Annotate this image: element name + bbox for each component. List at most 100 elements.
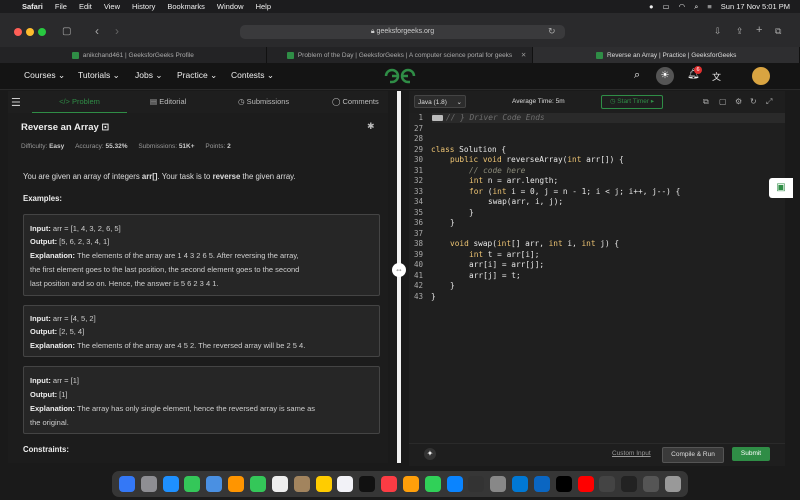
photos-icon[interactable] xyxy=(228,476,245,492)
line-number: 34 xyxy=(413,197,423,206)
bug-report-icon[interactable]: ✱ xyxy=(367,121,375,132)
close-tab-icon[interactable]: ✕ xyxy=(521,51,526,59)
copy-icon[interactable]: ⧉ xyxy=(703,97,709,107)
close-window-button[interactable] xyxy=(14,28,22,36)
github-icon[interactable] xyxy=(468,476,485,492)
timer-icon: ◷ xyxy=(609,98,616,105)
share-icon[interactable]: ⇪ xyxy=(736,26,744,37)
example-2: Input: arr = [4, 5, 2] Output: [2, 5, 4]… xyxy=(23,305,380,357)
start-timer-button[interactable]: ◷ Start Timer ▸ xyxy=(601,95,663,109)
menu-safari[interactable]: Safari xyxy=(22,2,43,11)
search-icon[interactable]: ⌕ xyxy=(634,69,640,82)
x-icon[interactable] xyxy=(555,476,572,492)
tab-profile[interactable]: anikchand461 | GeeksforGeeks Profile xyxy=(0,47,267,63)
nav-practice[interactable]: Practice ⌄ xyxy=(177,70,217,81)
apple-tv-icon[interactable] xyxy=(359,476,376,492)
facetime-icon[interactable] xyxy=(249,476,266,492)
mail-icon[interactable] xyxy=(206,476,223,492)
youtube-icon[interactable] xyxy=(577,476,594,492)
lightbulb-icon[interactable]: ✦ xyxy=(424,448,436,460)
language-select[interactable]: Java (1.8) ⌄ xyxy=(414,95,466,108)
notes-icon[interactable] xyxy=(315,476,332,492)
keynote-icon[interactable] xyxy=(402,476,419,492)
gfg-favicon-icon xyxy=(595,51,603,59)
reminders-icon[interactable] xyxy=(337,476,354,492)
fold-marker-icon[interactable] xyxy=(432,115,443,121)
code-line-43: } xyxy=(431,292,436,301)
menu-edit[interactable]: Edit xyxy=(79,2,92,11)
code-line-42: } xyxy=(450,281,455,290)
forward-icon[interactable]: › xyxy=(115,24,119,38)
nav-contests[interactable]: Contests ⌄ xyxy=(231,70,274,81)
translate-icon[interactable]: 文 xyxy=(712,70,721,83)
file-icon[interactable]: ▢ xyxy=(719,97,727,106)
submit-button[interactable]: Submit xyxy=(732,447,770,461)
macos-menu-bar: Safari File Edit View History Bookmarks … xyxy=(0,0,800,13)
chatgpt-icon[interactable] xyxy=(490,476,507,492)
problem-description: You are given an array of integers arr[]… xyxy=(23,172,296,181)
linkedin-icon[interactable] xyxy=(533,476,550,492)
launchpad-icon[interactable] xyxy=(140,476,157,492)
calendar-icon[interactable] xyxy=(271,476,288,492)
music-icon[interactable] xyxy=(381,476,398,492)
menu-file[interactable]: File xyxy=(55,2,67,11)
sidebar-toggle-icon[interactable]: ▢ xyxy=(62,26,71,37)
tab-problem[interactable]: </> Problem xyxy=(32,97,127,114)
hamburger-menu-icon[interactable]: ☰ xyxy=(11,96,21,109)
reload-icon[interactable]: ↻ xyxy=(548,26,556,37)
vscode-icon[interactable] xyxy=(512,476,529,492)
resize-handle-icon[interactable]: ⇔ xyxy=(392,263,406,277)
pane-divider[interactable] xyxy=(397,91,401,463)
tab-comments[interactable]: ◯ Comments xyxy=(332,97,379,106)
zoom-window-button[interactable] xyxy=(38,28,46,36)
battery-icon[interactable]: ▭ xyxy=(663,2,670,11)
contacts-icon[interactable] xyxy=(293,476,310,492)
wifi-icon[interactable]: ◠ xyxy=(679,2,686,11)
new-tab-icon[interactable]: + xyxy=(756,24,762,36)
custom-input-link[interactable]: Custom Input xyxy=(612,450,651,457)
search-icon[interactable]: ⌕ xyxy=(694,2,698,12)
menu-history[interactable]: History xyxy=(132,2,155,11)
tab-reverse-array[interactable]: Reverse an Array | Practice | GeeksforGe… xyxy=(533,47,800,63)
record-icon[interactable]: ● xyxy=(649,2,654,11)
control-center-icon[interactable]: ≡ xyxy=(707,2,711,11)
fullscreen-icon[interactable]: ⤢ xyxy=(766,97,772,107)
tab-problem-of-the-day[interactable]: Problem of the Day | GeeksforGeeks | A c… xyxy=(267,47,534,63)
line-number: 43 xyxy=(413,292,423,301)
chat-icon[interactable]: ▣ xyxy=(769,178,793,198)
avatar[interactable] xyxy=(752,67,770,85)
menu-window[interactable]: Window xyxy=(217,2,244,11)
menu-view[interactable]: View xyxy=(104,2,120,11)
messages-icon[interactable] xyxy=(184,476,201,492)
tab-overview-icon[interactable]: ⧉ xyxy=(775,26,781,37)
example-1: Input: arr = [1, 4, 3, 2, 6, 5] Output: … xyxy=(23,214,380,296)
terminal-icon[interactable] xyxy=(621,476,638,492)
code-line-1: // } Driver Code Ends xyxy=(446,113,545,122)
nav-jobs[interactable]: Jobs ⌄ xyxy=(135,70,162,81)
finder-icon[interactable] xyxy=(118,476,135,492)
app-icon[interactable] xyxy=(643,476,660,492)
nav-courses[interactable]: Courses ⌄ xyxy=(24,70,65,81)
bookmark-icon[interactable]: ⊡ xyxy=(101,122,109,133)
settings-icon[interactable]: ⚙ xyxy=(735,97,742,106)
openai-icon[interactable] xyxy=(599,476,616,492)
reset-icon[interactable]: ↻ xyxy=(750,97,757,106)
trash-icon[interactable] xyxy=(665,476,682,492)
back-icon[interactable]: ‹ xyxy=(95,24,99,38)
menu-bookmarks[interactable]: Bookmarks xyxy=(167,2,205,11)
address-bar[interactable]: 🔒︎ geeksforgeeks.org xyxy=(240,25,565,39)
nav-tutorials[interactable]: Tutorials ⌄ xyxy=(78,70,120,81)
menu-help[interactable]: Help xyxy=(256,2,271,11)
app-store-icon[interactable] xyxy=(446,476,463,492)
safari-icon[interactable] xyxy=(162,476,179,492)
menubar-datetime[interactable]: Sun 17 Nov 5:01 PM xyxy=(721,2,790,11)
theme-toggle-icon[interactable]: ☀ xyxy=(656,67,674,85)
minimize-window-button[interactable] xyxy=(26,28,34,36)
gfg-logo-icon[interactable] xyxy=(383,67,417,87)
gfg-favicon-icon xyxy=(286,51,294,59)
compile-run-button[interactable]: Compile & Run xyxy=(662,447,724,463)
download-icon[interactable]: ⇩ xyxy=(714,26,722,37)
tab-submissions[interactable]: ◷ Submissions xyxy=(238,97,289,106)
tab-editorial[interactable]: ▤ Editorial xyxy=(150,97,186,106)
numbers-icon[interactable] xyxy=(424,476,441,492)
